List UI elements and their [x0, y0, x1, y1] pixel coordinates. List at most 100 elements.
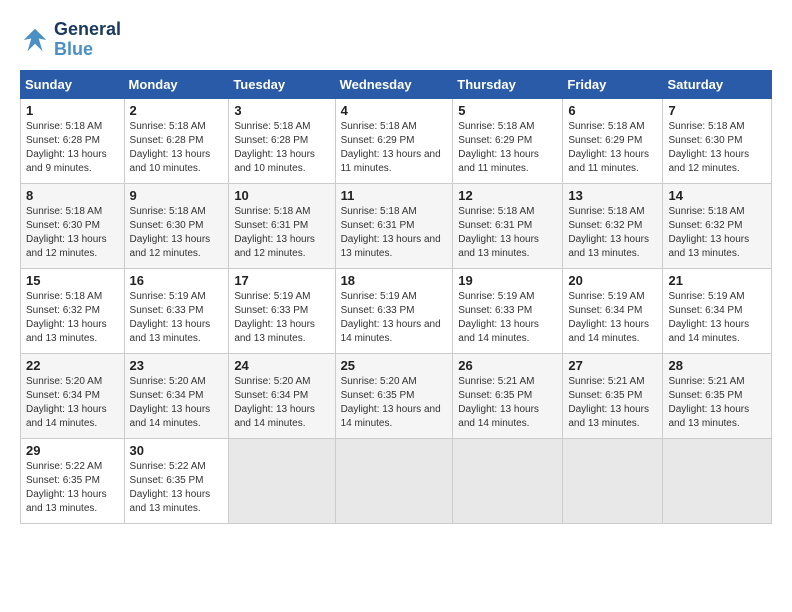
calendar-week-1: 1 Sunrise: 5:18 AM Sunset: 6:28 PM Dayli…	[21, 98, 772, 183]
calendar-cell: 20 Sunrise: 5:19 AM Sunset: 6:34 PM Dayl…	[563, 268, 663, 353]
day-info: Sunrise: 5:20 AM Sunset: 6:34 PM Dayligh…	[130, 375, 224, 431]
calendar-header-row: SundayMondayTuesdayWednesdayThursdayFrid…	[21, 70, 772, 98]
day-number: 15	[26, 273, 119, 288]
day-number: 17	[234, 273, 329, 288]
calendar-cell	[563, 438, 663, 523]
day-info: Sunrise: 5:18 AM Sunset: 6:28 PM Dayligh…	[26, 120, 119, 176]
day-info: Sunrise: 5:20 AM Sunset: 6:34 PM Dayligh…	[26, 375, 119, 431]
calendar-cell: 29 Sunrise: 5:22 AM Sunset: 6:35 PM Dayl…	[21, 438, 125, 523]
calendar-cell: 17 Sunrise: 5:19 AM Sunset: 6:33 PM Dayl…	[229, 268, 335, 353]
day-number: 4	[341, 103, 448, 118]
calendar-cell: 4 Sunrise: 5:18 AM Sunset: 6:29 PM Dayli…	[335, 98, 453, 183]
calendar-cell: 23 Sunrise: 5:20 AM Sunset: 6:34 PM Dayl…	[124, 353, 229, 438]
day-number: 24	[234, 358, 329, 373]
calendar-body: 1 Sunrise: 5:18 AM Sunset: 6:28 PM Dayli…	[21, 98, 772, 523]
calendar-cell: 26 Sunrise: 5:21 AM Sunset: 6:35 PM Dayl…	[453, 353, 563, 438]
day-info: Sunrise: 5:18 AM Sunset: 6:30 PM Dayligh…	[26, 205, 119, 261]
day-info: Sunrise: 5:19 AM Sunset: 6:33 PM Dayligh…	[130, 290, 224, 346]
calendar-cell: 16 Sunrise: 5:19 AM Sunset: 6:33 PM Dayl…	[124, 268, 229, 353]
calendar-cell: 3 Sunrise: 5:18 AM Sunset: 6:28 PM Dayli…	[229, 98, 335, 183]
day-number: 13	[568, 188, 657, 203]
day-info: Sunrise: 5:18 AM Sunset: 6:32 PM Dayligh…	[668, 205, 766, 261]
day-info: Sunrise: 5:18 AM Sunset: 6:30 PM Dayligh…	[668, 120, 766, 176]
calendar-week-2: 8 Sunrise: 5:18 AM Sunset: 6:30 PM Dayli…	[21, 183, 772, 268]
header-wednesday: Wednesday	[335, 70, 453, 98]
calendar-cell: 7 Sunrise: 5:18 AM Sunset: 6:30 PM Dayli…	[663, 98, 772, 183]
day-info: Sunrise: 5:18 AM Sunset: 6:31 PM Dayligh…	[458, 205, 557, 261]
header: General Blue	[20, 20, 772, 60]
calendar-cell: 5 Sunrise: 5:18 AM Sunset: 6:29 PM Dayli…	[453, 98, 563, 183]
day-info: Sunrise: 5:18 AM Sunset: 6:31 PM Dayligh…	[234, 205, 329, 261]
day-info: Sunrise: 5:22 AM Sunset: 6:35 PM Dayligh…	[130, 460, 224, 516]
day-number: 16	[130, 273, 224, 288]
calendar-cell: 1 Sunrise: 5:18 AM Sunset: 6:28 PM Dayli…	[21, 98, 125, 183]
calendar-cell: 30 Sunrise: 5:22 AM Sunset: 6:35 PM Dayl…	[124, 438, 229, 523]
day-info: Sunrise: 5:21 AM Sunset: 6:35 PM Dayligh…	[458, 375, 557, 431]
day-info: Sunrise: 5:18 AM Sunset: 6:29 PM Dayligh…	[341, 120, 448, 176]
day-number: 14	[668, 188, 766, 203]
calendar-cell	[453, 438, 563, 523]
day-info: Sunrise: 5:18 AM Sunset: 6:32 PM Dayligh…	[568, 205, 657, 261]
calendar-cell: 15 Sunrise: 5:18 AM Sunset: 6:32 PM Dayl…	[21, 268, 125, 353]
header-thursday: Thursday	[453, 70, 563, 98]
calendar-table: SundayMondayTuesdayWednesdayThursdayFrid…	[20, 70, 772, 524]
calendar-cell: 24 Sunrise: 5:20 AM Sunset: 6:34 PM Dayl…	[229, 353, 335, 438]
day-number: 10	[234, 188, 329, 203]
day-number: 25	[341, 358, 448, 373]
calendar-cell: 19 Sunrise: 5:19 AM Sunset: 6:33 PM Dayl…	[453, 268, 563, 353]
day-info: Sunrise: 5:21 AM Sunset: 6:35 PM Dayligh…	[568, 375, 657, 431]
day-info: Sunrise: 5:18 AM Sunset: 6:31 PM Dayligh…	[341, 205, 448, 261]
day-info: Sunrise: 5:21 AM Sunset: 6:35 PM Dayligh…	[668, 375, 766, 431]
calendar-cell: 18 Sunrise: 5:19 AM Sunset: 6:33 PM Dayl…	[335, 268, 453, 353]
day-info: Sunrise: 5:20 AM Sunset: 6:35 PM Dayligh…	[341, 375, 448, 431]
day-info: Sunrise: 5:20 AM Sunset: 6:34 PM Dayligh…	[234, 375, 329, 431]
day-number: 7	[668, 103, 766, 118]
header-monday: Monday	[124, 70, 229, 98]
calendar-week-5: 29 Sunrise: 5:22 AM Sunset: 6:35 PM Dayl…	[21, 438, 772, 523]
calendar-cell: 22 Sunrise: 5:20 AM Sunset: 6:34 PM Dayl…	[21, 353, 125, 438]
day-number: 19	[458, 273, 557, 288]
calendar-cell: 27 Sunrise: 5:21 AM Sunset: 6:35 PM Dayl…	[563, 353, 663, 438]
day-number: 8	[26, 188, 119, 203]
day-number: 30	[130, 443, 224, 458]
calendar-cell: 2 Sunrise: 5:18 AM Sunset: 6:28 PM Dayli…	[124, 98, 229, 183]
day-number: 11	[341, 188, 448, 203]
day-number: 18	[341, 273, 448, 288]
calendar-cell: 14 Sunrise: 5:18 AM Sunset: 6:32 PM Dayl…	[663, 183, 772, 268]
day-info: Sunrise: 5:22 AM Sunset: 6:35 PM Dayligh…	[26, 460, 119, 516]
day-number: 27	[568, 358, 657, 373]
day-number: 20	[568, 273, 657, 288]
day-info: Sunrise: 5:18 AM Sunset: 6:30 PM Dayligh…	[130, 205, 224, 261]
day-number: 3	[234, 103, 329, 118]
calendar-cell	[335, 438, 453, 523]
calendar-week-4: 22 Sunrise: 5:20 AM Sunset: 6:34 PM Dayl…	[21, 353, 772, 438]
day-info: Sunrise: 5:19 AM Sunset: 6:34 PM Dayligh…	[568, 290, 657, 346]
day-info: Sunrise: 5:18 AM Sunset: 6:29 PM Dayligh…	[458, 120, 557, 176]
day-number: 29	[26, 443, 119, 458]
header-tuesday: Tuesday	[229, 70, 335, 98]
day-info: Sunrise: 5:18 AM Sunset: 6:28 PM Dayligh…	[234, 120, 329, 176]
calendar-cell: 25 Sunrise: 5:20 AM Sunset: 6:35 PM Dayl…	[335, 353, 453, 438]
day-number: 12	[458, 188, 557, 203]
calendar-week-3: 15 Sunrise: 5:18 AM Sunset: 6:32 PM Dayl…	[21, 268, 772, 353]
day-number: 21	[668, 273, 766, 288]
calendar-cell: 13 Sunrise: 5:18 AM Sunset: 6:32 PM Dayl…	[563, 183, 663, 268]
calendar-cell: 6 Sunrise: 5:18 AM Sunset: 6:29 PM Dayli…	[563, 98, 663, 183]
day-info: Sunrise: 5:19 AM Sunset: 6:33 PM Dayligh…	[341, 290, 448, 346]
day-number: 26	[458, 358, 557, 373]
header-friday: Friday	[563, 70, 663, 98]
day-number: 28	[668, 358, 766, 373]
day-info: Sunrise: 5:19 AM Sunset: 6:34 PM Dayligh…	[668, 290, 766, 346]
calendar-cell: 9 Sunrise: 5:18 AM Sunset: 6:30 PM Dayli…	[124, 183, 229, 268]
day-number: 1	[26, 103, 119, 118]
logo: General Blue	[20, 20, 121, 60]
calendar-cell: 21 Sunrise: 5:19 AM Sunset: 6:34 PM Dayl…	[663, 268, 772, 353]
day-number: 9	[130, 188, 224, 203]
logo-text: General Blue	[54, 20, 121, 60]
day-number: 6	[568, 103, 657, 118]
calendar-cell: 12 Sunrise: 5:18 AM Sunset: 6:31 PM Dayl…	[453, 183, 563, 268]
day-info: Sunrise: 5:19 AM Sunset: 6:33 PM Dayligh…	[458, 290, 557, 346]
logo-icon	[20, 25, 50, 55]
day-info: Sunrise: 5:19 AM Sunset: 6:33 PM Dayligh…	[234, 290, 329, 346]
calendar-cell: 8 Sunrise: 5:18 AM Sunset: 6:30 PM Dayli…	[21, 183, 125, 268]
